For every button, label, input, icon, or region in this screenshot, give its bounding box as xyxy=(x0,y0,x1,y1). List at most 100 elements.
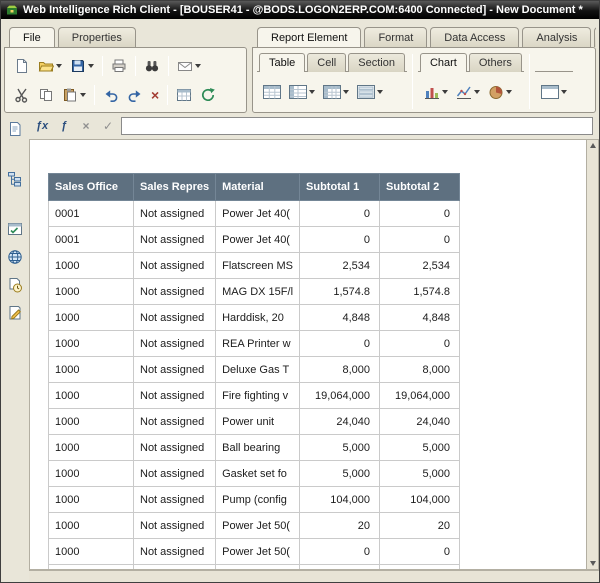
table-cell[interactable]: Not assigned xyxy=(134,279,216,305)
copy-button[interactable] xyxy=(34,83,58,107)
table-cell[interactable]: 1000 xyxy=(49,279,134,305)
notes-button[interactable] xyxy=(4,302,26,324)
table-cell[interactable]: 1000 xyxy=(49,357,134,383)
table-cell[interactable]: 1,574.8 xyxy=(380,279,460,305)
table-cell[interactable]: Power Jet 50( xyxy=(216,513,300,539)
table-cell[interactable]: 2,534 xyxy=(300,253,380,279)
table-cell[interactable]: 5,000 xyxy=(300,435,380,461)
table-cell[interactable]: 1000 xyxy=(49,253,134,279)
new-document-button[interactable] xyxy=(10,54,34,78)
column-header[interactable]: Subtotal 1 xyxy=(300,174,380,201)
table-cell[interactable]: MAG DX 15F/l xyxy=(216,279,300,305)
table-cell[interactable]: 19,064,000 xyxy=(300,383,380,409)
formula-toolbar-button[interactable]: ƒx xyxy=(33,117,51,135)
refresh-button[interactable] xyxy=(196,83,220,107)
cancel-formula-button[interactable]: × xyxy=(77,117,95,135)
table-cell[interactable]: Not assigned xyxy=(134,539,216,565)
table-cell[interactable]: Not assigned xyxy=(134,227,216,253)
tab-data-access[interactable]: Data Access xyxy=(430,27,519,47)
table-cell[interactable]: 19,064,000 xyxy=(380,383,460,409)
table-cell[interactable]: Not assigned xyxy=(134,331,216,357)
table-cell[interactable]: Power Jet 40( xyxy=(216,227,300,253)
table-cell[interactable]: 1000 xyxy=(49,487,134,513)
table-cell[interactable]: Power Jet 40( xyxy=(216,201,300,227)
table-cell[interactable]: 1000 xyxy=(49,305,134,331)
table-cell[interactable]: 5,000 xyxy=(380,435,460,461)
table-cell[interactable]: Not assigned xyxy=(134,409,216,435)
table-cell[interactable]: 4,848 xyxy=(300,305,380,331)
table-cell[interactable]: Deluxe Gas T xyxy=(216,357,300,383)
table-cell[interactable]: 1000 xyxy=(49,409,134,435)
tab-page-setup[interactable]: Page Setup xyxy=(594,27,596,47)
table-cell[interactable]: 4,848 xyxy=(380,305,460,331)
table-cell[interactable]: 20 xyxy=(300,565,380,571)
formula-input[interactable] xyxy=(121,117,593,135)
print-button[interactable] xyxy=(107,54,131,78)
column-header[interactable]: Sales Office xyxy=(49,174,134,201)
table-cell[interactable]: 1000 xyxy=(49,565,134,571)
table-cell[interactable]: Not assigned xyxy=(134,253,216,279)
table-cell[interactable]: 1000 xyxy=(49,383,134,409)
scroll-up-icon[interactable] xyxy=(590,143,596,148)
table-cell[interactable]: Harddisk, 20 xyxy=(216,305,300,331)
table-cell[interactable]: Pump (config xyxy=(216,487,300,513)
table-cell[interactable]: 0 xyxy=(380,331,460,357)
table-cell[interactable]: 24,040 xyxy=(300,409,380,435)
table-cell[interactable]: 0 xyxy=(300,201,380,227)
document-summary-button[interactable] xyxy=(4,118,26,140)
redo-button[interactable] xyxy=(123,83,147,107)
table-cell[interactable]: Not assigned xyxy=(134,305,216,331)
find-button[interactable] xyxy=(140,54,164,78)
table-cell[interactable]: 5,000 xyxy=(300,461,380,487)
table-cell[interactable]: 8,000 xyxy=(380,357,460,383)
define-form-button[interactable] xyxy=(353,80,387,104)
table-cell[interactable]: Ball bearing xyxy=(216,435,300,461)
table-cell[interactable]: 0001 xyxy=(49,201,134,227)
table-cell[interactable]: 24,040 xyxy=(380,409,460,435)
insert-bar-chart-button[interactable] xyxy=(420,80,452,104)
table-cell[interactable]: 1000 xyxy=(49,461,134,487)
formula-editor-button[interactable]: ƒ xyxy=(55,117,73,135)
table-cell[interactable]: Not assigned xyxy=(134,435,216,461)
tab-file[interactable]: File xyxy=(9,27,55,47)
define-vertical-table-button[interactable] xyxy=(259,80,285,104)
paste-button[interactable] xyxy=(58,83,90,107)
send-mail-button[interactable] xyxy=(173,54,205,78)
table-cell[interactable]: 0001 xyxy=(49,227,134,253)
table-cell[interactable]: 8,000 xyxy=(300,357,380,383)
column-header[interactable]: Subtotal 2 xyxy=(380,174,460,201)
column-header[interactable]: Material xyxy=(216,174,300,201)
table-cell[interactable]: 0 xyxy=(300,539,380,565)
input-controls-button[interactable] xyxy=(4,218,26,240)
tab-others[interactable]: Others xyxy=(469,53,522,72)
table-cell[interactable]: REA Printer w xyxy=(216,331,300,357)
table-cell[interactable]: Not assigned xyxy=(134,461,216,487)
tab-properties[interactable]: Properties xyxy=(58,27,136,47)
table-cell[interactable]: 0 xyxy=(380,201,460,227)
web-button[interactable] xyxy=(4,246,26,268)
define-crosstab-button[interactable] xyxy=(319,80,353,104)
table-cell[interactable]: 1000 xyxy=(49,331,134,357)
undo-button[interactable] xyxy=(99,83,123,107)
table-cell[interactable]: 20 xyxy=(380,513,460,539)
table-cell[interactable]: Power Jet 50( xyxy=(216,539,300,565)
table-cell[interactable]: Industry Clea xyxy=(216,565,300,571)
tab-cell[interactable]: Cell xyxy=(307,53,346,72)
table-cell[interactable]: Not assigned xyxy=(134,201,216,227)
tab-table[interactable]: Table xyxy=(259,53,305,72)
tab-report-element[interactable]: Report Element xyxy=(257,27,361,47)
design-button[interactable] xyxy=(172,83,196,107)
tab-chart[interactable]: Chart xyxy=(420,53,467,72)
table-cell[interactable]: 2,534 xyxy=(380,253,460,279)
table-cell[interactable]: 0 xyxy=(300,331,380,357)
navigation-map-button[interactable] xyxy=(4,168,26,190)
save-button[interactable] xyxy=(66,54,98,78)
table-cell[interactable]: 0 xyxy=(300,227,380,253)
table-cell[interactable]: 0 xyxy=(380,539,460,565)
table-cell[interactable]: Not assigned xyxy=(134,565,216,571)
table-cell[interactable]: Flatscreen MS xyxy=(216,253,300,279)
table-cell[interactable]: 20 xyxy=(380,565,460,571)
vertical-scrollbar[interactable] xyxy=(586,139,599,570)
table-cell[interactable]: Gasket set fo xyxy=(216,461,300,487)
schedule-button[interactable] xyxy=(4,274,26,296)
